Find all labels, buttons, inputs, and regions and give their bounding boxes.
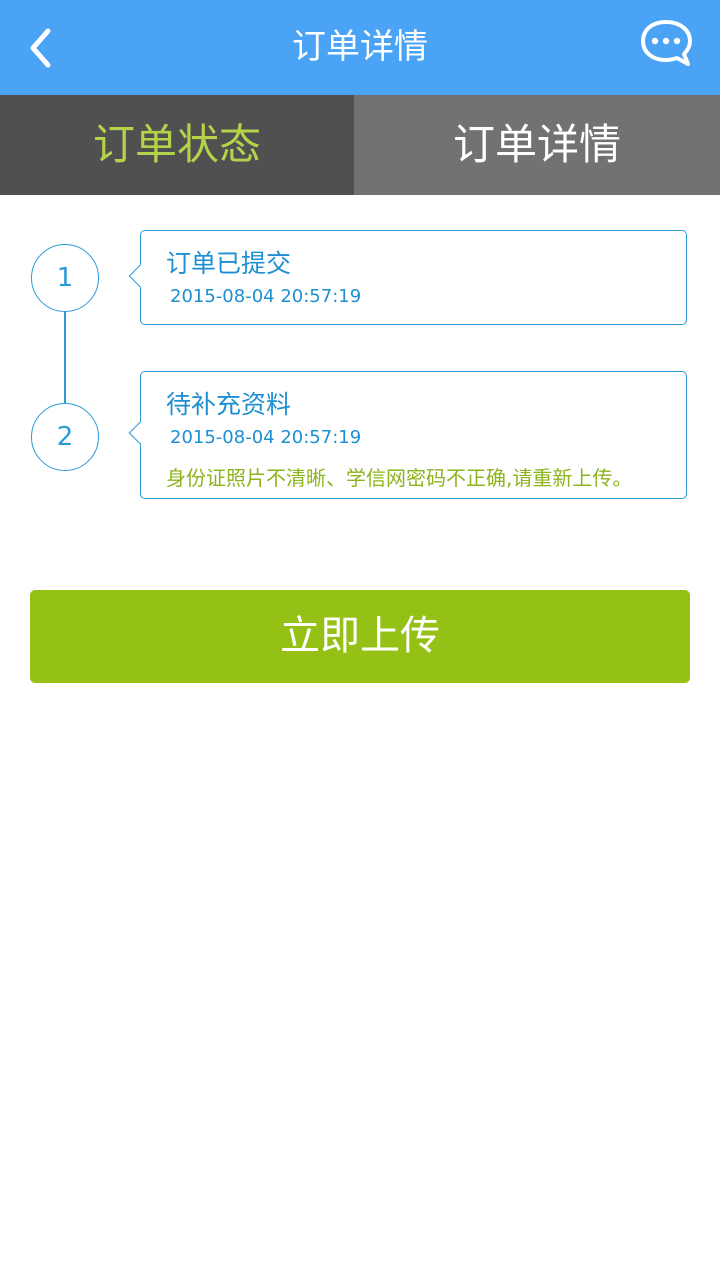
chat-bubble-dots-icon — [641, 20, 692, 66]
status-title: 待补充资料 — [166, 390, 292, 419]
step-number-badge: 1 — [31, 244, 99, 312]
timeline-connector — [64, 311, 66, 403]
status-card-submitted: 订单已提交 2015-08-04 20:57:19 — [128, 230, 687, 325]
tab-order-detail[interactable]: 订单详情 — [354, 95, 720, 195]
status-note: 身份证照片不清晰、学信网密码不正确,请重新上传。 — [166, 466, 633, 490]
app-header: 订单详情 — [0, 0, 720, 95]
status-timestamp: 2015-08-04 20:57:19 — [170, 427, 362, 448]
status-timestamp: 2015-08-04 20:57:19 — [170, 286, 362, 307]
bubble-pointer — [128, 264, 152, 288]
status-title: 订单已提交 — [166, 249, 292, 278]
tab-order-status[interactable]: 订单状态 — [0, 95, 354, 195]
step-number-badge: 2 — [31, 403, 99, 471]
status-card-pending-docs: 待补充资料 2015-08-04 20:57:19 身份证照片不清晰、学信网密码… — [128, 371, 687, 499]
upload-now-button[interactable]: 立即上传 — [30, 590, 690, 683]
tab-bar: 订单状态 订单详情 — [0, 95, 720, 195]
page-title: 订单详情 — [292, 27, 428, 67]
bubble-pointer — [128, 421, 152, 445]
chat-button[interactable] — [638, 18, 696, 70]
